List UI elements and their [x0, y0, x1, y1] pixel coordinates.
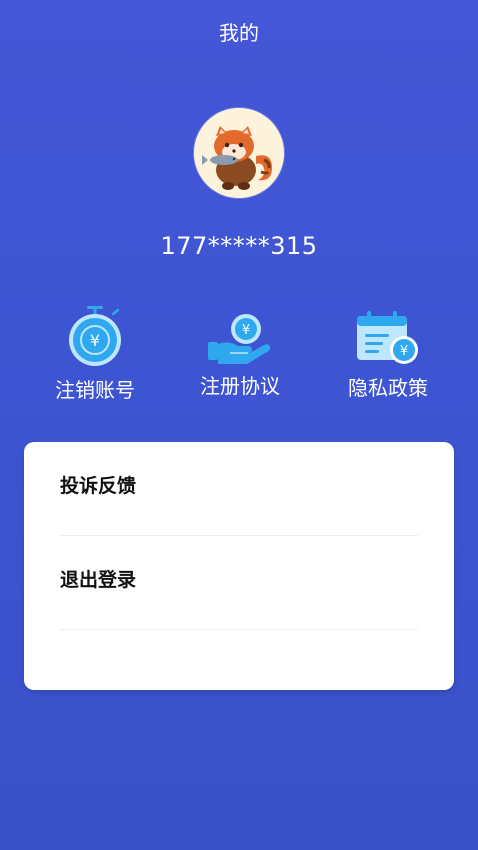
- stopwatch-yen-icon: ¥: [69, 306, 121, 366]
- svg-text:¥: ¥: [242, 323, 250, 338]
- menu-card: 投诉反馈 退出登录: [24, 442, 454, 690]
- red-panda-avatar-icon: [194, 108, 284, 198]
- hand-coin-yen-icon: ¥: [208, 314, 271, 364]
- feedback-label: 投诉反馈: [60, 475, 137, 497]
- svg-text:¥: ¥: [400, 344, 408, 359]
- menu-item-feedback[interactable]: 投诉反馈: [60, 442, 418, 536]
- logout-label: 退出登录: [60, 569, 137, 591]
- calendar-yen-icon: ¥: [357, 311, 418, 364]
- cancel-account-label: 注销账号: [55, 378, 135, 402]
- avatar[interactable]: [194, 108, 284, 198]
- cancel-account-button[interactable]: ¥ 注销账号: [35, 304, 155, 404]
- menu-item-logout[interactable]: 退出登录: [60, 536, 418, 630]
- phone-number: 177*****315: [160, 232, 318, 260]
- privacy-policy-button[interactable]: ¥ 隐私政策: [328, 310, 448, 402]
- privacy-policy-label: 隐私政策: [348, 376, 428, 400]
- register-agreement-button[interactable]: ¥ 注册协议: [180, 312, 300, 400]
- page-title: 我的: [219, 21, 259, 45]
- register-agreement-label: 注册协议: [200, 374, 280, 398]
- svg-text:¥: ¥: [90, 331, 100, 350]
